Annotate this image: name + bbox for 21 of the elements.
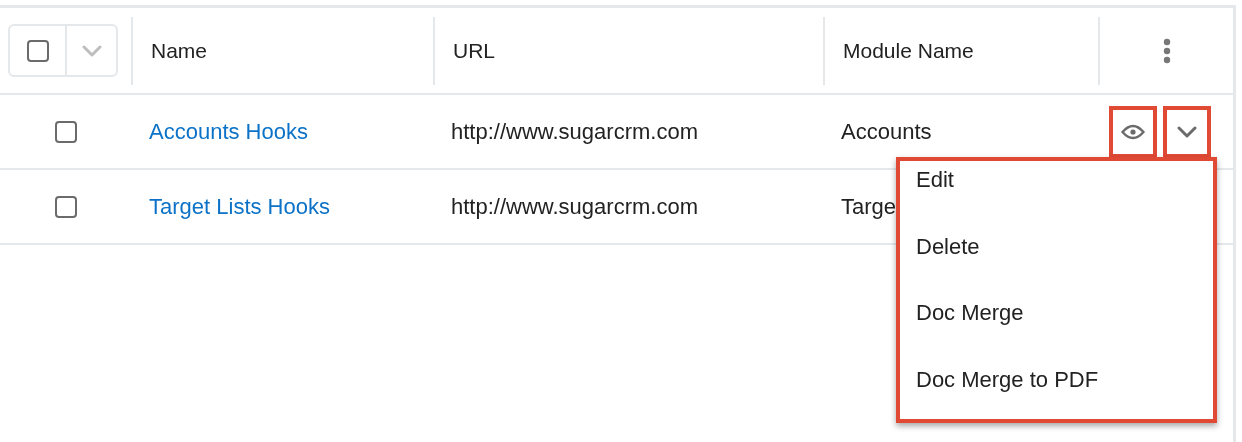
menu-item[interactable]: Doc Merge to PDF [916,366,1099,393]
table-cell: http://www.sugarcrm.com [451,118,698,144]
table-cell: Targe [841,193,897,219]
record-link[interactable]: Accounts Hooks [149,118,308,144]
row-checkbox[interactable] [54,120,77,143]
table-cell: Accounts [841,118,932,144]
column-header[interactable]: Name [151,38,208,63]
menu-item[interactable]: Edit [916,167,954,194]
caret-icon [81,44,102,57]
table-cell: http://www.sugarcrm.com [451,193,698,219]
more-icon[interactable] [1162,37,1171,64]
record-link[interactable]: Target Lists Hooks [149,193,330,219]
menu-item[interactable]: Delete [916,233,980,260]
menu-item[interactable]: Doc Merge [916,300,1024,327]
caret-icon [1177,125,1197,138]
row-checkbox[interactable] [54,195,77,218]
column-header[interactable]: URL [453,38,495,63]
select-all-checkbox[interactable] [26,39,49,62]
eye-icon [1121,123,1145,140]
column-header[interactable]: Module Name [843,38,974,63]
mass-select-control[interactable] [8,24,118,77]
